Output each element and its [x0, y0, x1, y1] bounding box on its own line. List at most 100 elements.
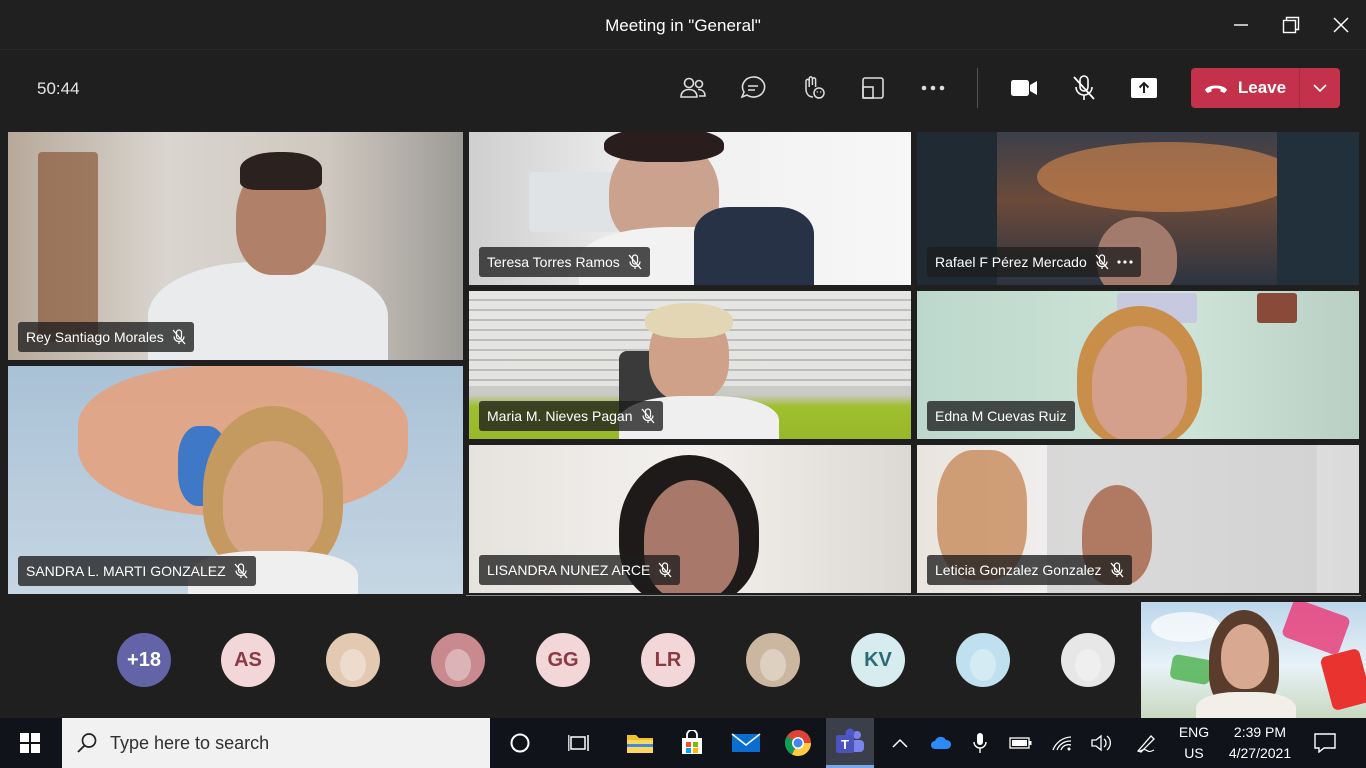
action-center-button[interactable]: [1310, 718, 1340, 768]
language-code: ENG: [1178, 724, 1210, 740]
mic-off-icon: [234, 563, 248, 579]
participant-strip: +18 AS GG LR KV: [0, 596, 1366, 718]
participant-avatar-initials[interactable]: AS: [221, 633, 275, 687]
leave-button[interactable]: Leave: [1191, 68, 1340, 108]
meeting-timer: 50:44: [37, 79, 80, 98]
leave-options-button[interactable]: [1300, 68, 1340, 108]
battery-button[interactable]: [1006, 718, 1036, 768]
volume-button[interactable]: [1088, 718, 1116, 768]
store-button[interactable]: [668, 718, 716, 768]
reactions-button[interactable]: [793, 70, 833, 106]
avatar-photo: [760, 649, 786, 681]
windows-logo-icon: [20, 733, 40, 753]
file-explorer-button[interactable]: [616, 718, 664, 768]
pen-workspace-button[interactable]: [1132, 718, 1160, 768]
participant-name: SANDRA L. MARTI GONZALEZ: [26, 563, 226, 579]
leave-main[interactable]: Leave: [1191, 68, 1299, 108]
svg-text:T: T: [841, 737, 849, 752]
task-view-button[interactable]: [556, 718, 604, 768]
share-screen-icon: [1131, 78, 1157, 98]
close-button[interactable]: [1316, 0, 1366, 50]
search-icon: [77, 733, 97, 753]
mic-button[interactable]: [1064, 70, 1104, 106]
search-placeholder: Type here to search: [110, 732, 270, 753]
participant-avatar-photo[interactable]: [746, 633, 800, 687]
participant-avatar-photo[interactable]: [431, 633, 485, 687]
video-tile[interactable]: LISANDRA NUNEZ ARCE: [469, 445, 911, 593]
input-language-button[interactable]: ENG US: [1175, 722, 1213, 764]
more-participants-badge[interactable]: +18: [117, 633, 171, 687]
chrome-button[interactable]: [774, 718, 822, 768]
mic-off-icon: [172, 329, 186, 345]
folder-icon: [627, 735, 653, 753]
chrome-icon: [784, 730, 811, 756]
cloud-icon: [931, 736, 952, 749]
video-tile[interactable]: Rey Santiago Morales: [8, 132, 463, 360]
participant-name: Teresa Torres Ramos: [487, 254, 620, 270]
battery-icon: [1009, 737, 1032, 749]
participant-avatar-photo[interactable]: [1061, 633, 1115, 687]
meeting-toolbar: 50:44 Leave: [0, 50, 1366, 126]
mail-button[interactable]: [722, 718, 770, 768]
breakout-rooms-icon: [862, 77, 884, 99]
teams-button[interactable]: T: [826, 718, 874, 768]
teams-icon: T: [836, 728, 864, 753]
minimize-button[interactable]: [1216, 0, 1266, 50]
mail-icon: [731, 733, 761, 752]
network-button[interactable]: [1048, 718, 1076, 768]
participants-button[interactable]: [673, 70, 713, 106]
language-region: US: [1184, 745, 1204, 761]
avatar-photo: [1075, 649, 1101, 681]
video-tile[interactable]: Teresa Torres Ramos: [469, 132, 911, 285]
camera-button[interactable]: [1004, 70, 1044, 106]
chat-icon: [740, 76, 766, 99]
self-view[interactable]: [1141, 602, 1366, 718]
cortana-icon: [510, 733, 530, 753]
video-tile[interactable]: Maria M. Nieves Pagan: [469, 291, 911, 439]
wifi-icon: [1052, 736, 1072, 751]
rooms-button[interactable]: [853, 70, 893, 106]
video-tile[interactable]: Leticia Gonzalez Gonzalez: [917, 445, 1359, 593]
participant-avatar-initials[interactable]: KV: [851, 633, 905, 687]
title-bar: Meeting in "General": [0, 0, 1366, 50]
more-options-icon[interactable]: [1117, 260, 1133, 264]
participant-nametag: Rey Santiago Morales: [18, 322, 194, 352]
avatar-photo: [970, 649, 996, 681]
minimize-icon: [1234, 24, 1248, 26]
video-tile[interactable]: Rafael F Pérez Mercado: [917, 132, 1359, 285]
mic-off-icon: [628, 254, 642, 270]
cortana-button[interactable]: [496, 718, 544, 768]
more-actions-button[interactable]: [913, 70, 953, 106]
participant-name: LISANDRA NUNEZ ARCE: [487, 562, 651, 578]
maximize-button[interactable]: [1266, 0, 1316, 50]
leave-label: Leave: [1237, 78, 1287, 97]
participant-avatar-initials[interactable]: GG: [536, 633, 590, 687]
participant-avatar-photo[interactable]: [956, 633, 1010, 687]
chat-button[interactable]: [733, 70, 773, 106]
participant-avatar-initials[interactable]: LR: [641, 633, 695, 687]
speaker-icon: [1091, 734, 1111, 752]
system-clock[interactable]: 2:39 PM 4/27/2021: [1220, 722, 1300, 764]
start-button[interactable]: [6, 718, 54, 768]
mic-off-icon: [1110, 562, 1124, 578]
pen-icon: [1136, 735, 1155, 753]
show-hidden-icons-button[interactable]: [888, 718, 912, 768]
participant-nametag: Teresa Torres Ramos: [479, 247, 650, 277]
taskbar-search[interactable]: Type here to search: [62, 718, 490, 768]
window-title: Meeting in "General": [605, 16, 761, 35]
participant-name: Maria M. Nieves Pagan: [487, 408, 633, 424]
microphone-tray-button[interactable]: [968, 718, 992, 768]
participant-nametag: Edna M Cuevas Ruiz: [927, 401, 1075, 431]
task-view-icon: [568, 735, 589, 751]
mic-off-icon: [658, 562, 672, 578]
participant-nametag: Maria M. Nieves Pagan: [479, 401, 663, 431]
mic-off-icon: [1095, 254, 1109, 270]
video-tile[interactable]: SANDRA L. MARTI GONZALEZ: [8, 366, 463, 594]
restore-icon: [1282, 16, 1300, 34]
close-icon: [1333, 17, 1349, 33]
video-tile[interactable]: Edna M Cuevas Ruiz: [917, 291, 1359, 439]
notification-icon: [1314, 733, 1336, 753]
onedrive-button[interactable]: [928, 718, 954, 768]
share-button[interactable]: [1124, 70, 1164, 106]
participant-avatar-photo[interactable]: [326, 633, 380, 687]
